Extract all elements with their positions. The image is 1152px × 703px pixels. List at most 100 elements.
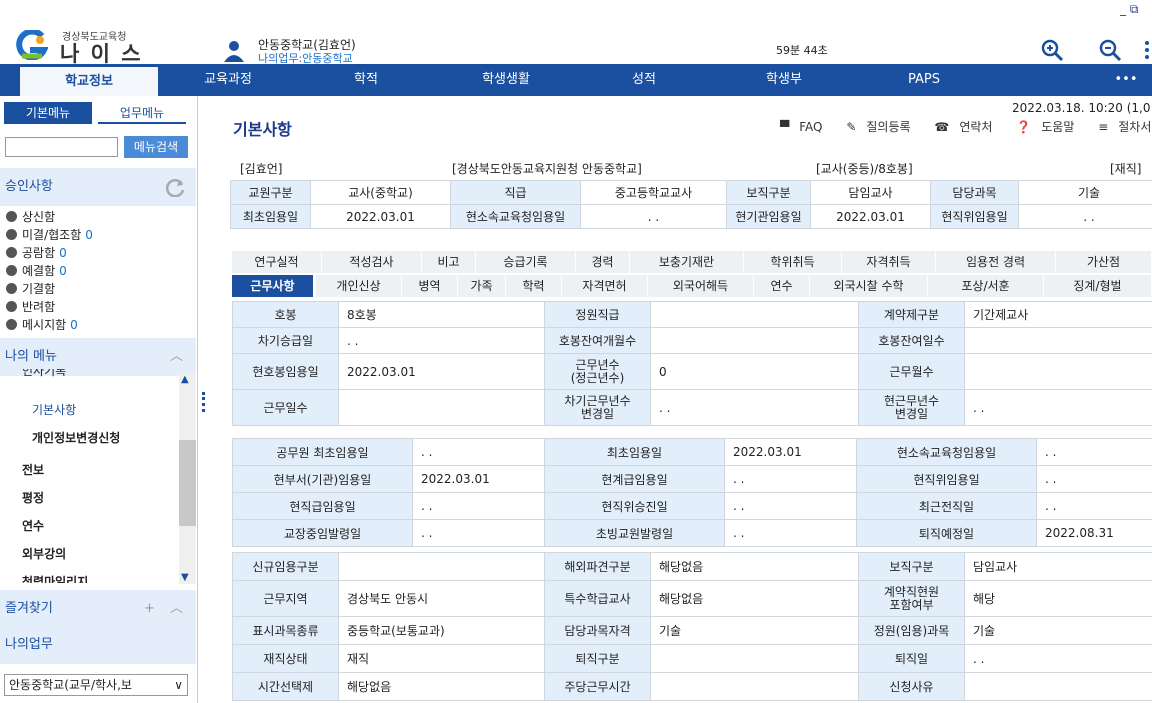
tab-overseas[interactable]: 외국시찰 수학 <box>810 275 928 297</box>
nav-grades[interactable]: 성적 <box>578 64 710 96</box>
tab-family[interactable]: 가족 <box>458 275 506 297</box>
help-icon: ❓ <box>1016 120 1032 134</box>
nav-school-info[interactable]: 학교정보 <box>20 67 158 96</box>
bullet-icon <box>6 211 17 222</box>
bullet-icon <box>6 229 17 240</box>
nav-student-life[interactable]: 학생생활 <box>440 64 572 96</box>
pencil-icon: ✎ <box>846 120 857 134</box>
menu-item-personal-change[interactable]: 개인정보변경신청 <box>32 429 120 446</box>
faq-link[interactable]: ▀ FAQ <box>780 120 832 134</box>
tab-military[interactable]: 병역 <box>402 275 458 297</box>
tab-supplement[interactable]: 보충기재란 <box>630 251 744 273</box>
field-label: 근무일수 <box>232 389 339 426</box>
field-value <box>338 389 545 426</box>
field-label: 주당근무시간 <box>544 672 651 701</box>
tab-license[interactable]: 자격면허 <box>562 275 648 297</box>
window-controls[interactable]: _ ⧉ <box>1120 2 1138 17</box>
menu-scroll-thumb[interactable] <box>179 440 196 526</box>
tab-education[interactable]: 학력 <box>506 275 562 297</box>
field-label: 담당과목 <box>930 180 1019 205</box>
tab-research[interactable]: 연구실적 <box>232 251 322 273</box>
main-nav: 학교정보 교육과정 학적 학생생활 성적 학생부 PAPS ••• <box>0 64 1152 96</box>
procedure-link[interactable]: ≡ 절차서 <box>1098 120 1152 134</box>
field-value <box>964 672 1152 701</box>
nav-register[interactable]: 학적 <box>300 64 432 96</box>
approval-item-scheduled[interactable]: 예결함 0 <box>6 262 67 279</box>
approval-item-pending[interactable]: 미결/협조함 0 <box>6 226 93 243</box>
approval-item-draft[interactable]: 상신함 <box>6 208 55 225</box>
favorites-header[interactable]: 즐겨찾기 + ︿ <box>0 590 196 628</box>
page-title: 기본사항 <box>233 120 292 139</box>
help-toolbar: ▀FAQ ✎질의등록 ☎연락처 ❓도움말 ≡절차서 ▶동영 <box>780 118 1152 135</box>
tab-work-menu[interactable]: 업무메뉴 <box>98 102 186 124</box>
field-label: 근무년수 (정근년수) <box>544 353 651 390</box>
menu-item-evaluation[interactable]: 평정 <box>22 489 44 506</box>
tab-basic-menu[interactable]: 기본메뉴 <box>4 102 92 124</box>
drag-handle-icon[interactable] <box>202 392 206 412</box>
field-value: 8호봉 <box>338 301 545 328</box>
nav-more[interactable]: ••• <box>1100 64 1152 96</box>
field-value: . . <box>412 519 545 547</box>
menu-item-hr-record[interactable]: 인사기록 <box>22 369 66 379</box>
field-label: 최근전직일 <box>856 492 1037 520</box>
menu-item-outside-lecture[interactable]: 외부강의 <box>22 545 66 562</box>
chevron-up-icon[interactable]: ︿ <box>170 338 183 376</box>
field-label: 정원(임용)과목 <box>858 616 965 645</box>
field-label: 호봉잔여개월수 <box>544 327 651 354</box>
nav-student-record[interactable]: 학생부 <box>718 64 850 96</box>
field-label: 공무원 최초임용일 <box>232 438 413 466</box>
school-select[interactable]: 안동중학교(교무/학사,보 ∨ <box>4 674 188 696</box>
field-label: 정원직급 <box>544 301 651 328</box>
menu-item-integrity[interactable]: 청렴마일리지 <box>22 573 88 583</box>
scroll-down-icon[interactable]: ▼ <box>181 572 189 583</box>
tab-awards[interactable]: 포상/서훈 <box>928 275 1044 297</box>
tab-language[interactable]: 외국어해득 <box>648 275 754 297</box>
approval-header[interactable]: 승인사항 <box>0 168 196 206</box>
question-link[interactable]: ✎ 질의등록 <box>846 120 920 134</box>
nav-curriculum[interactable]: 교육과정 <box>162 64 294 96</box>
help-link[interactable]: ❓ 도움말 <box>1016 120 1084 134</box>
field-label: 직급 <box>450 180 581 205</box>
field-label: 신규임용구분 <box>232 552 339 581</box>
zoom-in-icon[interactable] <box>1040 38 1064 62</box>
tab-bonus-points[interactable]: 가산점 <box>1056 251 1152 273</box>
more-vertical-icon[interactable] <box>1142 38 1152 62</box>
tab-promotion[interactable]: 승급기록 <box>476 251 576 273</box>
menu-item-basic-info[interactable]: 기본사항 <box>32 401 76 418</box>
tab-aptitude[interactable]: 적성검사 <box>322 251 422 273</box>
approval-item-done[interactable]: 기결함 <box>6 280 55 297</box>
tab-discipline[interactable]: 징계/형벌 <box>1044 275 1152 297</box>
field-label: 교원구분 <box>230 180 311 205</box>
menu-item-transfer[interactable]: 전보 <box>22 461 44 478</box>
field-label: 근무월수 <box>858 353 965 390</box>
tab-degree[interactable]: 학위취득 <box>744 251 842 273</box>
tab-career[interactable]: 경력 <box>576 251 630 273</box>
plus-icon[interactable]: + <box>144 590 155 628</box>
field-label: 계약직현원 포함여부 <box>858 580 965 617</box>
field-value: 해당없음 <box>650 580 859 617</box>
sidebar-splitter[interactable] <box>198 96 212 703</box>
nav-paps[interactable]: PAPS <box>858 64 990 96</box>
chevron-up-icon[interactable]: ︿ <box>170 590 183 628</box>
my-work-header[interactable]: 나의업무 <box>0 626 196 664</box>
tab-qualification[interactable]: 자격취득 <box>842 251 936 273</box>
tab-work-details[interactable]: 근무사항 <box>232 275 314 297</box>
approval-item-messages[interactable]: 메시지함 0 <box>6 316 78 333</box>
contact-link[interactable]: ☎ 연락처 <box>934 120 1002 134</box>
field-label: 표시과목종류 <box>232 616 339 645</box>
tab-personal[interactable]: 개인신상 <box>316 275 402 297</box>
sidebar: 기본메뉴 업무메뉴 메뉴검색 승인사항 상신함 미결/협조함 0 공람함 0 예결함… <box>0 96 198 703</box>
tab-training[interactable]: 연수 <box>754 275 810 297</box>
menu-search-input[interactable] <box>5 137 118 157</box>
menu-search-button[interactable]: 메뉴검색 <box>124 136 188 158</box>
refresh-icon[interactable] <box>164 177 186 197</box>
tab-remarks[interactable]: 비고 <box>422 251 476 273</box>
table-row: 공무원 최초임용일. . 최초임용일 2022.03.01 현소속교육청임용일. . <box>232 438 1152 466</box>
approval-item-circulation[interactable]: 공람함 0 <box>6 244 67 261</box>
menu-item-training[interactable]: 연수 <box>22 517 44 534</box>
tab-prior-career[interactable]: 임용전 경력 <box>936 251 1056 273</box>
zoom-out-icon[interactable] <box>1098 38 1122 62</box>
scroll-up-icon[interactable]: ▲ <box>181 374 189 385</box>
info-status: [재직] <box>1110 162 1142 176</box>
approval-item-returned[interactable]: 반려함 <box>6 298 55 315</box>
